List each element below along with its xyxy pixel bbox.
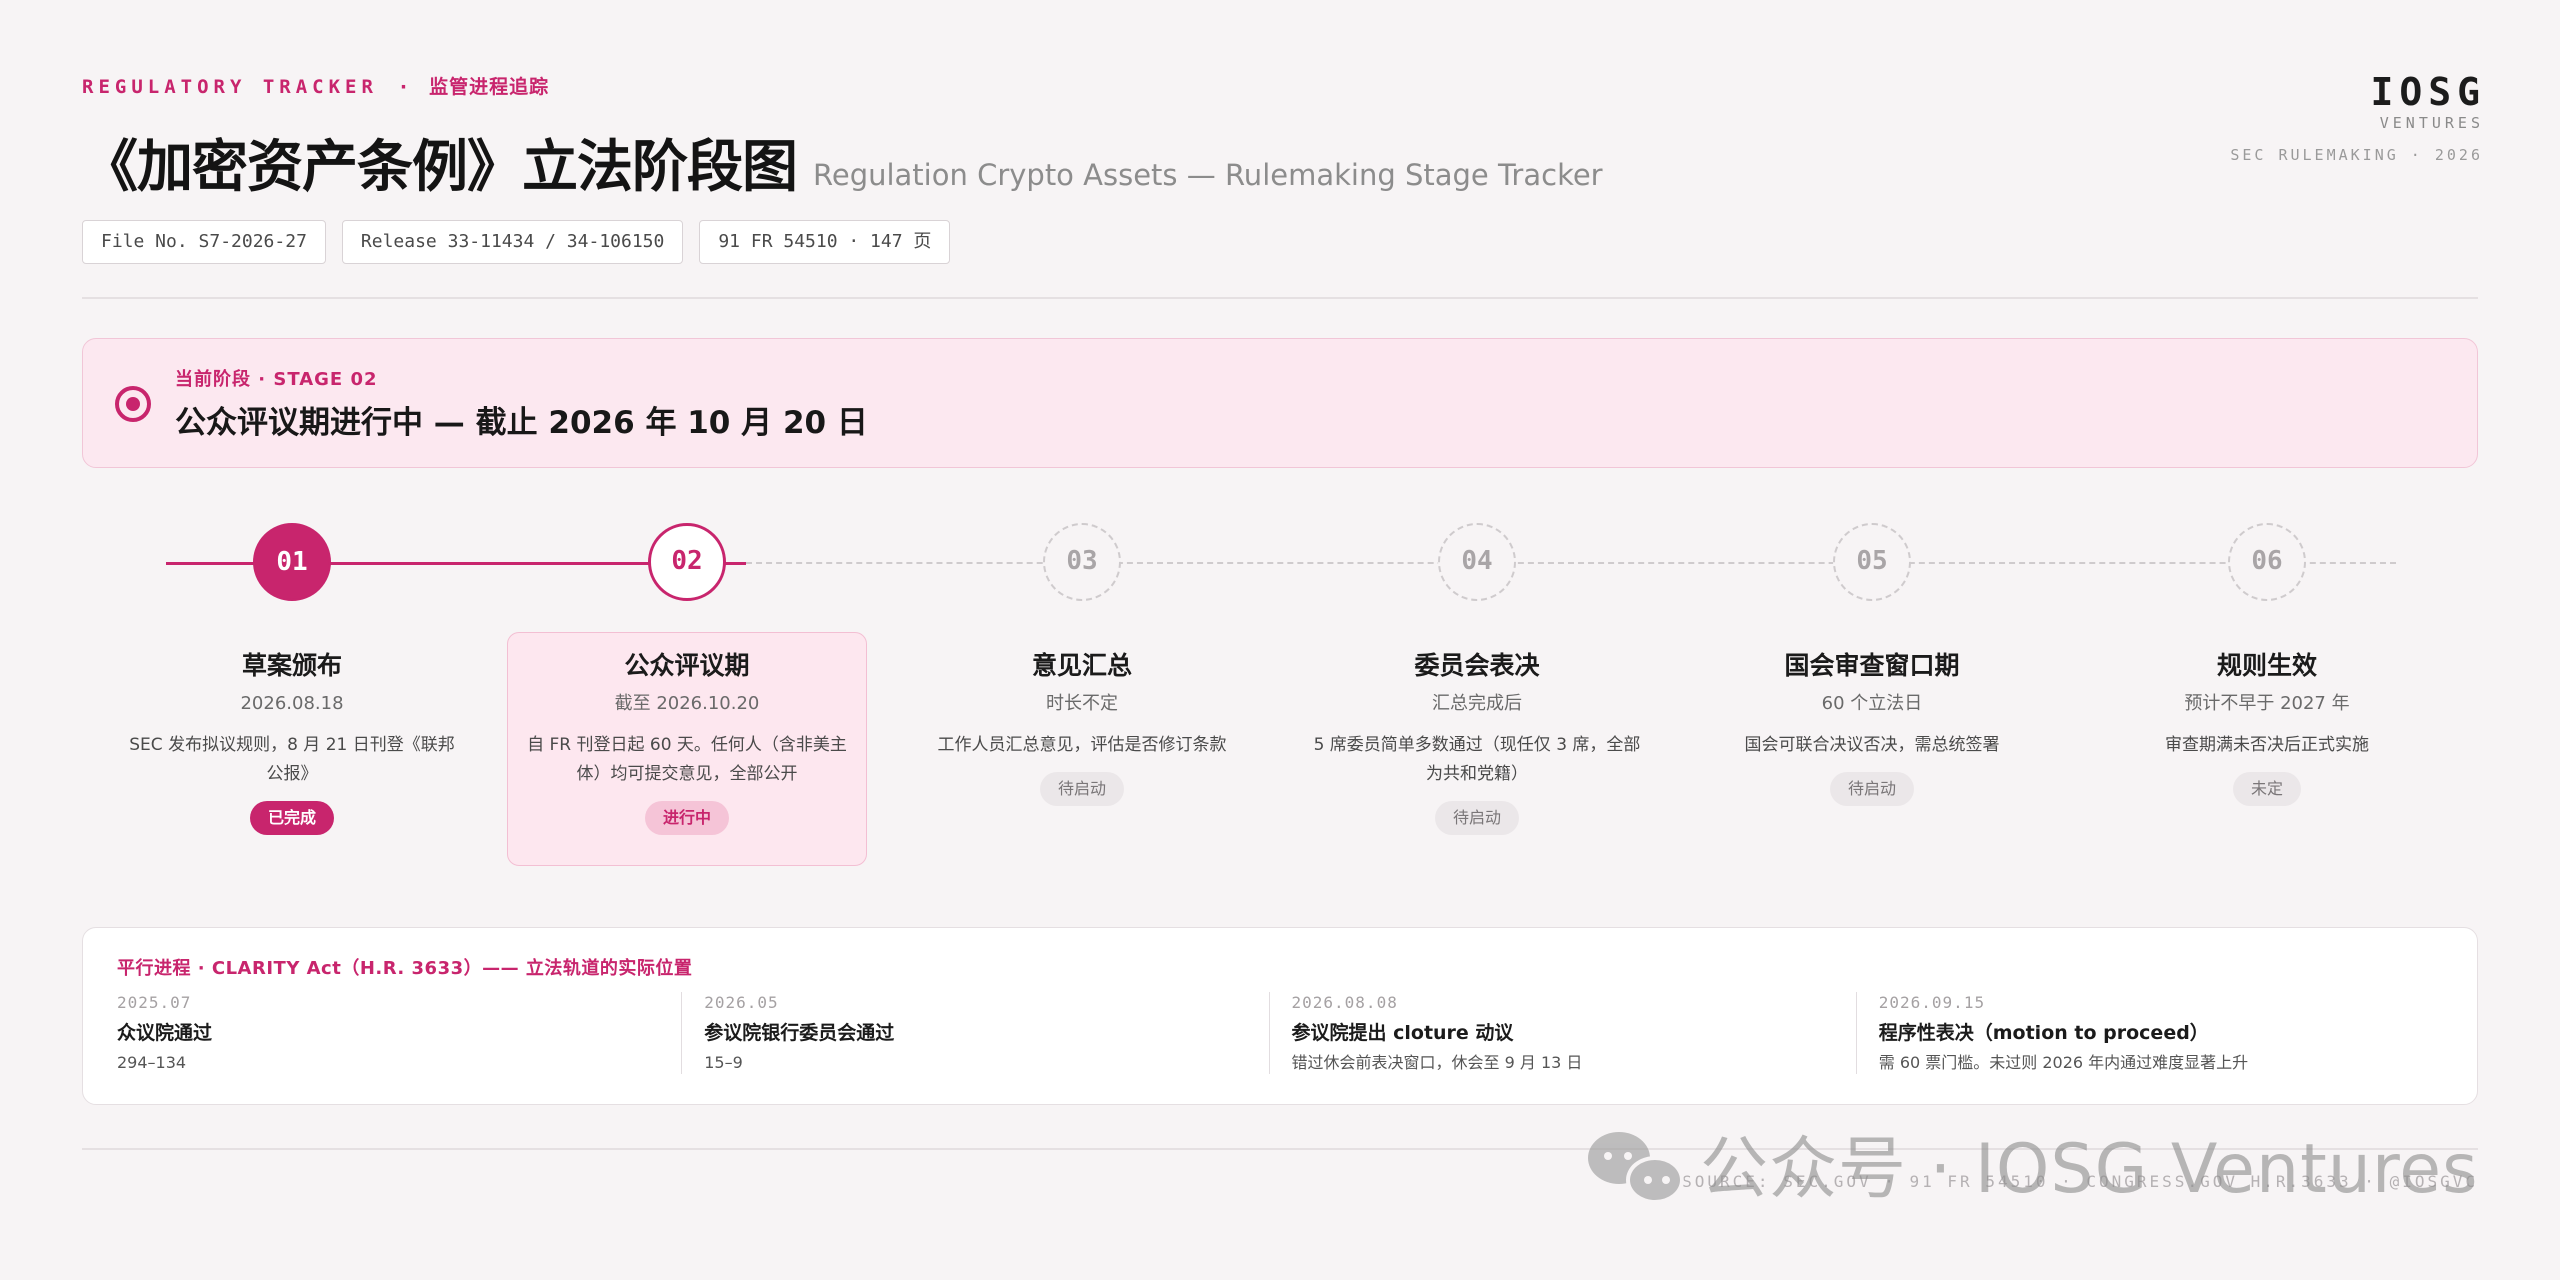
brand: IOSG VENTURES SEC RULEMAKING · 2026 <box>2230 70 2480 164</box>
stage-name: 国会审查窗口期 <box>1784 651 1960 680</box>
parallel-note: 错过休会前表决窗口，休会至 9 月 13 日 <box>1291 1053 1583 1072</box>
kicker-cn: 监管进程追踪 <box>429 76 550 98</box>
status-badge: 待启动 <box>1434 801 1519 835</box>
brand-logo: IOSG <box>2370 70 2486 114</box>
stage-description: 5 席委员简单多数通过（现任仅 3 席，全部为共和党籍） <box>1313 735 1641 784</box>
parallel-item: 2026.09.15 程序性表决（motion to proceed） 需 60… <box>1855 992 2443 1074</box>
parallel-name: 程序性表决（motion to proceed） <box>1878 1022 2209 1044</box>
status-badge: 已完成 <box>249 801 334 835</box>
page-title: 《加密资产条例》立法阶段图 Regulation Crypto Assets — … <box>82 122 1603 203</box>
brand-meta: SEC RULEMAKING · 2026 <box>2230 146 2483 164</box>
kicker-dot: · <box>399 76 408 98</box>
watermark-text: 公众号 · IOSG Ventures <box>1700 1130 2479 1209</box>
stage-date: 汇总完成后 <box>1432 693 1522 714</box>
wechat-icon <box>1588 1128 1688 1212</box>
chip-file-number: File No. S7-2026-27 <box>82 220 326 264</box>
banner-label: 当前阶段 · STAGE 02 <box>175 369 378 390</box>
parallel-date: 2026.08.08 <box>1291 993 1398 1012</box>
status-badge: 待启动 <box>1039 772 1124 806</box>
parallel-name: 参议院银行委员会通过 <box>704 1022 895 1044</box>
chip-federal-register: 91 FR 54510 · 147 页 <box>699 220 951 264</box>
stage-date: 预计不早于 2027 年 <box>2184 693 2350 714</box>
stage-date: 2026.08.18 <box>240 693 344 714</box>
status-badge: 待启动 <box>1829 772 1914 806</box>
stage-description: SEC 发布拟议规则，8 月 21 日刊登《联邦公报》 <box>129 735 455 784</box>
stage-node: 03 <box>1043 523 1121 601</box>
parallel-note: 15–9 <box>704 1053 743 1072</box>
stage-date: 60 个立法日 <box>1821 693 1923 714</box>
parallel-item: 2026.05 参议院银行委员会通过 15–9 <box>681 992 1268 1074</box>
parallel-name: 参议院提出 cloture 动议 <box>1291 1022 1514 1044</box>
stage-node: 02 <box>648 523 726 601</box>
brand-sub: VENTURES <box>2379 114 2484 132</box>
status-badge: 未定 <box>2232 772 2301 806</box>
stage-name: 公众评议期 <box>624 651 750 680</box>
stage-name: 规则生效 <box>2216 651 2317 680</box>
parallel-item: 2025.07 众议院通过 294–134 <box>117 992 681 1074</box>
stage-name: 草案颁布 <box>241 651 342 680</box>
stage-date: 截至 2026.10.20 <box>614 693 760 714</box>
document-chips: File No. S7-2026-27 Release 33-11434 / 3… <box>82 220 951 264</box>
stage-timeline: 01 草案颁布 2026.08.18 SEC 发布拟议规则，8 月 21 日刊登… <box>0 520 2560 880</box>
parallel-item: 2026.08.08 参议院提出 cloture 动议 错过休会前表决窗口，休会… <box>1268 992 1856 1074</box>
timeline-track-pending <box>746 562 2396 564</box>
title-cn: 《加密资产条例》立法阶段图 <box>82 135 798 200</box>
stage-name: 委员会表决 <box>1414 651 1540 680</box>
parallel-date: 2026.09.15 <box>1878 993 1986 1012</box>
stage-date: 时长不定 <box>1046 693 1118 714</box>
parallel-date: 2026.05 <box>704 993 779 1012</box>
stage-description: 国会可联合决议否决，需总统签署 <box>1744 735 2000 755</box>
stage-node: 01 <box>253 523 331 601</box>
parallel-note: 需 60 票门槛。未过则 2026 年内通过难度显著上升 <box>1878 1053 2249 1072</box>
stage-node: 05 <box>1833 523 1911 601</box>
title-en: Regulation Crypto Assets — Rulemaking St… <box>813 157 1603 192</box>
target-icon <box>115 386 151 422</box>
stage-node: 06 <box>2228 523 2306 601</box>
parallel-date: 2025.07 <box>117 993 192 1012</box>
status-badge: 进行中 <box>644 801 729 835</box>
banner-title: 公众评议期进行中 — 截止 2026 年 10 月 20 日 <box>175 405 868 441</box>
stage-description: 自 FR 刊登日起 60 天。任何人（含非美主体）均可提交意见，全部公开 <box>527 735 847 784</box>
parallel-title: 平行进程 · CLARITY Act（H.R. 3633）—— 立法轨道的实际位… <box>117 958 693 979</box>
kicker: REGULATORY TRACKER · 监管进程追踪 <box>82 72 549 99</box>
current-stage-banner: 当前阶段 · STAGE 02 公众评议期进行中 — 截止 2026 年 10 … <box>82 338 2478 468</box>
kicker-en: REGULATORY TRACKER <box>82 76 378 98</box>
header-divider <box>82 297 2478 299</box>
stage-node: 04 <box>1438 523 1516 601</box>
stage-name: 意见汇总 <box>1031 651 1132 680</box>
stage-description: 审查期满未否决后正式实施 <box>2165 735 2369 755</box>
parallel-note: 294–134 <box>117 1053 187 1072</box>
watermark: 公众号 · IOSG Ventures <box>1588 1128 2479 1212</box>
chip-release-number: Release 33-11434 / 34-106150 <box>341 220 684 264</box>
parallel-name: 众议院通过 <box>117 1022 213 1044</box>
stage-description: 工作人员汇总意见，评估是否修订条款 <box>937 735 1227 755</box>
parallel-track-panel: 平行进程 · CLARITY Act（H.R. 3633）—— 立法轨道的实际位… <box>82 927 2478 1105</box>
